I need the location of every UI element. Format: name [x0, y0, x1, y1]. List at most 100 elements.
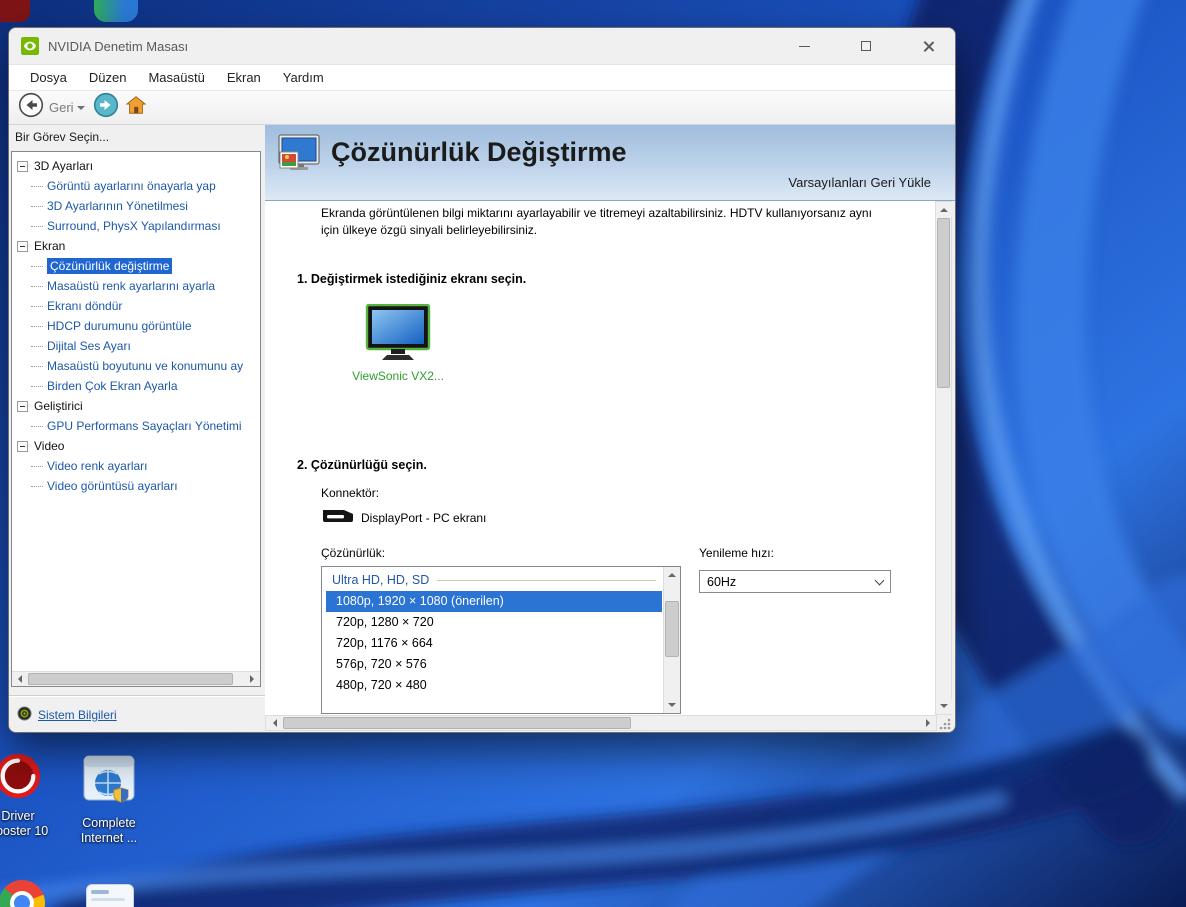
chevron-down-icon	[874, 575, 884, 585]
main-vertical-scrollbar[interactable]	[935, 201, 952, 715]
titlebar[interactable]: NVIDIA Denetim Masası	[9, 28, 955, 64]
tree-item-hdcp[interactable]: HDCP durumunu görüntüle	[12, 316, 260, 336]
collapse-icon[interactable]	[17, 440, 28, 452]
scroll-left-arrow[interactable]	[12, 672, 27, 686]
menu-dosya[interactable]: Dosya	[19, 65, 78, 90]
partial-desktop-icon-red[interactable]	[0, 0, 30, 22]
tree-connector	[31, 425, 43, 427]
menu-ekran[interactable]: Ekran	[216, 65, 272, 90]
displayport-icon	[321, 507, 355, 529]
scroll-right-arrow[interactable]	[245, 672, 260, 686]
resolution-option-480p[interactable]: 480p, 720 × 480	[322, 675, 662, 696]
collapse-icon[interactable]	[17, 400, 28, 412]
collapse-icon[interactable]	[17, 240, 28, 252]
tree-item-ekrani-dondur[interactable]: Ekranı döndür	[12, 296, 260, 316]
menu-yardim[interactable]: Yardım	[272, 65, 335, 90]
tree-item-ekran[interactable]: Ekran	[12, 236, 260, 256]
menu-masaustu[interactable]: Masaüstü	[137, 65, 215, 90]
tree-connector	[31, 225, 43, 227]
resolution-option-720p-1176[interactable]: 720p, 1176 × 664	[322, 633, 662, 654]
maximize-button[interactable]	[853, 33, 879, 59]
collapse-icon[interactable]	[17, 160, 28, 172]
tree-item-video-goruntu[interactable]: Video görüntüsü ayarları	[12, 476, 260, 496]
tree-item-gelistirici[interactable]: Geliştirici	[12, 396, 260, 416]
tree-item-cozunurluk-degistirme[interactable]: Çözünürlük değiştirme	[12, 256, 260, 276]
desktop-icon-complete-internet[interactable]: Complete Internet ...	[64, 750, 154, 846]
scroll-up-arrow[interactable]	[664, 567, 680, 582]
tree-connector	[31, 205, 43, 207]
back-button[interactable]	[18, 92, 44, 123]
tree-item-masaustu-boyut[interactable]: Masaüstü boyutunu ve konumunu ay	[12, 356, 260, 376]
list-vertical-scrollbar[interactable]	[663, 567, 680, 713]
forward-button[interactable]	[93, 92, 119, 123]
system-info-icon	[17, 706, 32, 724]
driver-booster-icon	[0, 753, 63, 803]
resolution-label: Çözünürlük:	[321, 546, 386, 560]
tree-horizontal-scrollbar[interactable]	[12, 671, 260, 686]
main-horizontal-scrollbar[interactable]	[265, 715, 937, 731]
tree-item-video[interactable]: Video	[12, 436, 260, 456]
group-rule	[437, 579, 656, 581]
resolution-option-576p[interactable]: 576p, 720 × 576	[322, 654, 662, 675]
back-dropdown-caret[interactable]	[76, 105, 85, 114]
system-info-link[interactable]: Sistem Bilgileri	[17, 706, 117, 724]
select-task-label: Bir Görev Seçin...	[15, 130, 110, 144]
desktop-icon-driver-booster[interactable]: Driver Booster 10	[0, 753, 63, 839]
partial-desktop-icon-blue[interactable]	[94, 0, 138, 22]
scrollbar-thumb[interactable]	[665, 601, 679, 657]
tree-connector	[31, 305, 43, 307]
refresh-rate-select[interactable]: 60Hz	[699, 570, 891, 593]
refresh-rate-label: Yenileme hızı:	[699, 546, 774, 560]
nvidia-control-panel-window: NVIDIA Denetim Masası Dosya Düzen Masaüs…	[8, 27, 956, 733]
nvidia-logo-icon	[21, 37, 39, 55]
window-title: NVIDIA Denetim Masası	[48, 38, 189, 54]
scroll-left-arrow[interactable]	[266, 716, 282, 730]
main-panel: Çözünürlük Değiştirme Varsayılanları Ger…	[265, 125, 955, 732]
tree-item-3d-ayarlari[interactable]: 3D Ayarları	[12, 156, 260, 176]
tree-connector	[31, 185, 43, 187]
tree-item-surround-physx[interactable]: Surround, PhysX Yapılandırması	[12, 216, 260, 236]
back-label[interactable]: Geri	[49, 100, 74, 115]
menu-duzen[interactable]: Düzen	[78, 65, 138, 90]
maximize-icon	[861, 41, 871, 51]
display-option[interactable]	[364, 303, 432, 362]
home-icon[interactable]	[125, 94, 147, 121]
resolution-list[interactable]: Ultra HD, HD, SD 1080p, 1920 × 1080 (öne…	[321, 566, 681, 714]
resolution-option-1080p[interactable]: 1080p, 1920 × 1080 (önerilen)	[326, 591, 662, 612]
close-button[interactable]	[915, 33, 941, 59]
connector-label: Konnektör:	[321, 486, 380, 500]
display-name[interactable]: ViewSonic VX2...	[348, 369, 448, 383]
tree-item-dijital-ses[interactable]: Dijital Ses Ayarı	[12, 336, 260, 356]
tree-item-goruntu-onayar[interactable]: Görüntü ayarlarını önayarla yap	[12, 176, 260, 196]
resize-grip[interactable]	[935, 716, 952, 731]
tree-item-3d-yonetim[interactable]: 3D Ayarlarının Yönetilmesi	[12, 196, 260, 216]
sidebar: Bir Görev Seçin... 3D Ayarları Görüntü a…	[9, 125, 265, 732]
display-settings-icon	[278, 134, 324, 181]
icon-detail	[91, 898, 125, 901]
menubar: Dosya Düzen Masaüstü Ekran Yardım	[9, 64, 955, 90]
scroll-right-arrow[interactable]	[920, 716, 936, 730]
restore-defaults-button[interactable]: Varsayılanları Geri Yükle	[788, 175, 931, 190]
tree-item-masaustu-renk[interactable]: Masaüstü renk ayarlarını ayarla	[12, 276, 260, 296]
app-window-icon-partial[interactable]	[86, 884, 134, 907]
toolbar: Geri	[9, 90, 955, 125]
page-title: Çözünürlük Değiştirme	[331, 137, 627, 167]
resolution-option-720p-1280[interactable]: 720p, 1280 × 720	[322, 612, 662, 633]
scroll-down-arrow[interactable]	[936, 699, 952, 714]
scroll-up-arrow[interactable]	[936, 202, 952, 217]
tree-item-video-renk[interactable]: Video renk ayarları	[12, 456, 260, 476]
window-controls	[791, 28, 941, 64]
tree-item-birden-cok-ekran[interactable]: Birden Çok Ekran Ayarla	[12, 376, 260, 396]
scrollbar-thumb[interactable]	[937, 218, 950, 388]
dropdown-button[interactable]	[870, 573, 888, 590]
scrollbar-thumb[interactable]	[283, 717, 631, 729]
tree-connector	[31, 365, 43, 367]
selected-tree-item: Çözünürlük değiştirme	[47, 258, 173, 274]
close-icon	[922, 40, 935, 53]
scroll-down-arrow[interactable]	[664, 698, 680, 713]
step2-heading: 2. Çözünürlüğü seçin.	[297, 458, 427, 472]
scrollbar-thumb[interactable]	[28, 673, 233, 685]
tree-item-gpu-performans[interactable]: GPU Performans Sayaçları Yönetimi	[12, 416, 260, 436]
minimize-button[interactable]	[791, 33, 817, 59]
desktop-icon-label: Internet ...	[80, 831, 138, 845]
